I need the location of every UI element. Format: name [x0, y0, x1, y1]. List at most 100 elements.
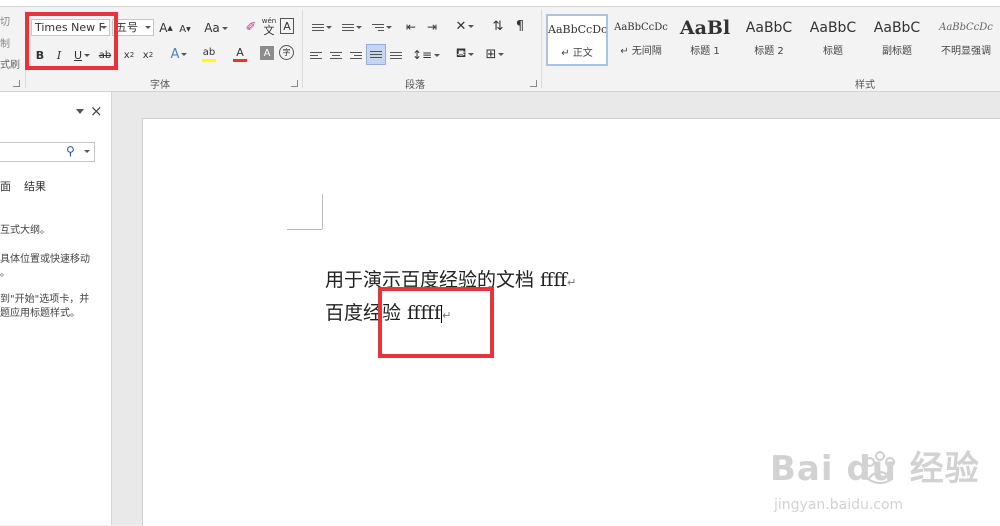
style-name: ↵ 正文 [561, 48, 593, 59]
shrink-font-icon: A [179, 23, 187, 35]
enclose-characters-button[interactable]: 字 [279, 45, 294, 60]
group-separator [541, 10, 542, 88]
align-left-icon [310, 50, 322, 61]
increase-indent-icon: ⇥ [426, 20, 438, 34]
chevron-down-icon [498, 52, 505, 56]
superscript-button[interactable]: x2 [141, 46, 155, 64]
styles-group-label: 样式 [855, 80, 875, 91]
style-item-heading-1[interactable]: AaBl 标题 1 [674, 14, 736, 66]
chevron-down-icon [434, 53, 441, 57]
font-color-bar [233, 58, 247, 62]
multilevel-list-button[interactable] [370, 18, 394, 36]
paragraph-launcher-icon[interactable] [530, 80, 537, 87]
font-group-label: 字体 [150, 80, 170, 91]
character-border-button[interactable]: A [280, 18, 294, 34]
nav-help-text: 题应用标题样式。 [0, 308, 80, 319]
justify-button[interactable] [366, 44, 386, 65]
style-item-heading-2[interactable]: AaBbC 标题 2 [738, 14, 800, 66]
multilevel-list-icon [372, 22, 384, 33]
distributed-button[interactable] [388, 46, 404, 64]
chevron-down-icon [468, 52, 475, 56]
style-sample: AaBbCcDc [939, 22, 993, 33]
grow-font-icon: A [159, 21, 168, 35]
font-size-value: 五号 [116, 21, 138, 34]
navigation-pane: × ⚲ 面 结果 互式大纲。 具体位置或快速移动 。 到"开始"选项卡，并 题应… [0, 92, 112, 525]
annotation-highlight-box [25, 12, 118, 70]
numbering-button[interactable] [340, 18, 364, 36]
paragraph-mark-icon: ↵ [567, 276, 577, 289]
style-item-no-spacing[interactable]: AaBbCcDc ↵ 无间隔 [610, 14, 672, 66]
watermark-brand: Bai du 经验 [770, 449, 980, 489]
shrink-font-button[interactable]: A ▼ [177, 20, 193, 38]
font-size-dropdown[interactable]: 五号 [112, 19, 154, 36]
bullets-icon [312, 22, 324, 33]
style-item-title[interactable]: AaBbC 标题 [802, 14, 864, 66]
style-name: 标题 [823, 46, 843, 57]
highlight-color-button[interactable]: ab [197, 44, 221, 64]
change-case-button[interactable]: Aa [202, 19, 230, 37]
show-marks-button[interactable]: ¶ [512, 17, 528, 35]
tab-pages[interactable]: 面 [0, 178, 11, 194]
paragraph-shading-button[interactable]: ⛾ [452, 45, 478, 63]
enclose-characters-icon: 字 [282, 48, 291, 57]
align-right-icon [350, 50, 362, 61]
nav-search-input[interactable]: ⚲ [0, 142, 95, 162]
character-shading-button[interactable]: A [260, 46, 274, 60]
text-effects-icon: A [170, 46, 180, 62]
clipboard-cut-label[interactable]: 切 [0, 13, 20, 28]
subscript-button[interactable]: x2 [122, 46, 136, 64]
line-spacing-button[interactable]: ↕≡ [412, 46, 441, 64]
baidu-watermark: Bai du 经验 jingyan.baidu.com [770, 437, 995, 522]
format-painter-label[interactable]: 式刷 [0, 56, 22, 71]
decrease-indent-button[interactable]: ⇤ [403, 18, 419, 36]
character-shading-icon: A [263, 47, 271, 59]
phonetic-guide-bottom: 文 [263, 24, 275, 37]
grow-font-button[interactable]: A ▲ [158, 19, 174, 37]
chevron-down-icon [145, 26, 151, 29]
group-separator [302, 10, 303, 88]
clipboard-launcher-icon[interactable] [13, 80, 20, 87]
style-item-normal[interactable]: AaBbCcDc ↵ 正文 [546, 14, 608, 66]
clear-formatting-button[interactable]: ✐ [243, 18, 259, 36]
numbering-icon [342, 22, 354, 33]
ribbon-tab-strip [0, 0, 1000, 7]
chinese-layout-button[interactable]: ✕ [452, 17, 478, 35]
align-center-button[interactable] [328, 46, 344, 64]
change-case-icon: Aa [204, 21, 220, 35]
align-left-button[interactable] [308, 46, 324, 64]
justify-icon [370, 49, 382, 60]
text-effects-button[interactable]: A [168, 45, 190, 63]
paragraph-mark-icon: ¶ [515, 18, 525, 34]
search-icon: ⚲ [66, 144, 75, 158]
align-center-icon [330, 50, 342, 61]
nav-help-text: 互式大纲。 [0, 225, 50, 236]
style-name: ↵ 无间隔 [620, 46, 662, 57]
sort-icon: ⇅ [492, 18, 504, 34]
clipboard-copy-label[interactable]: 制 [0, 35, 20, 50]
font-launcher-icon[interactable] [291, 80, 298, 87]
chevron-down-icon [181, 52, 188, 56]
style-sample: AaBbC [745, 20, 793, 36]
increase-indent-button[interactable]: ⇥ [424, 18, 440, 36]
decrease-indent-icon: ⇤ [405, 20, 417, 34]
style-name: 标题 1 [690, 46, 720, 57]
style-item-subtle-emphasis[interactable]: AaBbCcDc 不明显强调 [932, 14, 1000, 66]
chevron-down-icon [386, 25, 392, 29]
nav-help-text: 。 [0, 268, 10, 279]
watermark-url: jingyan.baidu.com [774, 497, 904, 513]
close-icon[interactable]: × [90, 102, 103, 120]
borders-button[interactable]: ⊞ [482, 45, 508, 63]
eraser-icon: ✐ [245, 19, 257, 35]
font-color-button[interactable]: A [228, 44, 252, 64]
style-sample: AaBbC [873, 20, 921, 36]
chevron-down-icon [84, 150, 90, 153]
margin-marker [287, 229, 322, 230]
style-sample: AaBl [679, 17, 731, 39]
phonetic-guide-button[interactable]: wén 文 [261, 16, 277, 38]
pane-options-icon[interactable] [76, 109, 84, 114]
sort-button[interactable]: ⇅ [490, 17, 506, 35]
bullets-button[interactable] [310, 18, 334, 36]
align-right-button[interactable] [348, 46, 364, 64]
tab-results[interactable]: 结果 [24, 178, 46, 194]
style-item-subtitle[interactable]: AaBbC 副标题 [866, 14, 928, 66]
